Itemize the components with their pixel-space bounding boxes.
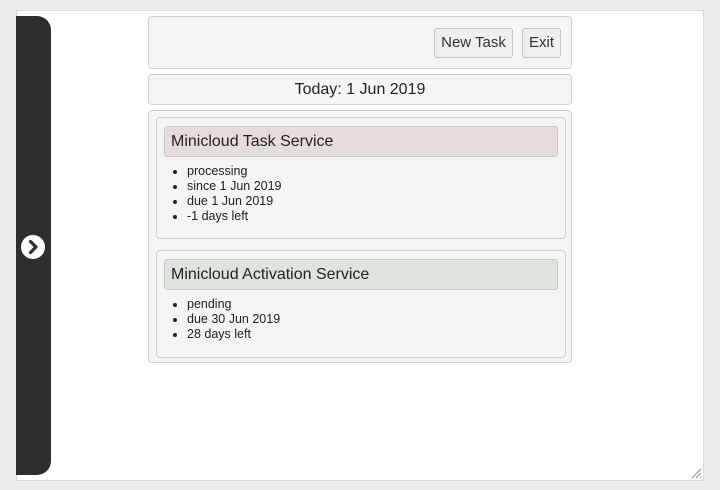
date-bar: Today: 1 Jun 2019 — [148, 74, 572, 105]
resize-grip-icon[interactable] — [690, 467, 702, 479]
task-days-left: -1 days left — [187, 209, 282, 224]
task-details: processing since 1 Jun 2019 due 1 Jun 20… — [157, 164, 282, 224]
exit-button[interactable]: Exit — [522, 28, 561, 58]
task-due: due 1 Jun 2019 — [187, 194, 282, 209]
task-due: due 30 Jun 2019 — [187, 312, 280, 327]
task-title[interactable]: Minicloud Task Service — [164, 126, 558, 157]
sidebar-toggle-button[interactable] — [21, 235, 45, 259]
task-status: processing — [187, 164, 282, 179]
task-title[interactable]: Minicloud Activation Service — [164, 259, 558, 290]
task-list: Minicloud Task Service processing since … — [148, 110, 572, 363]
task-card: Minicloud Activation Service pending due… — [156, 250, 566, 358]
new-task-button[interactable]: New Task — [434, 28, 513, 58]
task-days-left: 28 days left — [187, 327, 280, 342]
task-details: pending due 30 Jun 2019 28 days left — [157, 297, 280, 342]
chevron-right-circle-icon — [22, 236, 44, 258]
task-since: since 1 Jun 2019 — [187, 179, 282, 194]
task-status: pending — [187, 297, 280, 312]
toolbar: New Task Exit — [148, 16, 572, 69]
sidebar — [16, 16, 51, 475]
task-card: Minicloud Task Service processing since … — [156, 117, 566, 239]
